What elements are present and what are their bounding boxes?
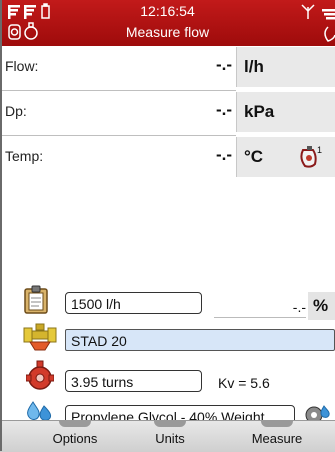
screen: 12:16:54 Measure flow Flow: -.- l/h Dp: … xyxy=(0,0,335,452)
tab-nub xyxy=(59,421,91,427)
design-flow-percent-value: -.- xyxy=(292,299,306,315)
title-bar: 12:16:54 Measure flow xyxy=(0,0,335,46)
clock: 12:16:54 xyxy=(140,3,195,19)
flow-unit: l/h xyxy=(244,57,264,76)
temp-value: -.- xyxy=(215,145,232,164)
flow-label: Flow: xyxy=(5,58,39,74)
temperature-sensor-icon[interactable]: 1 xyxy=(299,144,325,170)
kv-value: Kv = 5.6 xyxy=(218,375,270,391)
valve-icon xyxy=(324,26,335,42)
percent-unit: % xyxy=(313,296,329,315)
tab-options[interactable]: Options xyxy=(30,421,120,452)
tab-measure[interactable]: Measure xyxy=(232,421,322,452)
handwheel-icon xyxy=(26,360,54,390)
temp-unit-button[interactable]: °C 1 xyxy=(236,137,335,177)
frame-border xyxy=(0,0,2,451)
dp-label: Dp: xyxy=(5,103,27,119)
signal-icon xyxy=(322,9,335,20)
presetting-field[interactable]: 3.95 turns xyxy=(65,370,202,392)
valve-type-icon xyxy=(23,323,57,351)
temp-row[interactable]: Temp: -.- °C 1 xyxy=(0,136,335,180)
tab-options-label: Options xyxy=(52,431,98,446)
bottom-tab-bar: Options Units Measure xyxy=(0,420,335,452)
flow-unit-button[interactable]: l/h xyxy=(236,47,335,87)
dp-unit: kPa xyxy=(244,102,275,121)
dp-value: -.- xyxy=(215,100,232,119)
tab-nub xyxy=(261,421,293,427)
temp-sensor-badge: 1 xyxy=(317,145,322,155)
tab-nub xyxy=(154,421,186,427)
clipboard-icon xyxy=(24,285,48,314)
valve-field[interactable]: STAD 20 xyxy=(65,329,335,351)
tab-units-label: Units xyxy=(155,431,185,446)
flow-row[interactable]: Flow: -.- l/h xyxy=(0,46,335,90)
page-title: Measure flow xyxy=(125,24,210,40)
dp-row[interactable]: Dp: -.- kPa xyxy=(0,91,335,135)
temp-unit: °C xyxy=(244,147,264,166)
percent-unit-button[interactable]: % xyxy=(308,292,335,320)
water-drops-icon xyxy=(27,401,52,421)
temp-label: Temp: xyxy=(5,148,44,164)
design-flow-field[interactable]: 1500 l/h xyxy=(65,292,202,314)
tab-measure-label: Measure xyxy=(251,431,303,446)
flow-value: -.- xyxy=(215,55,232,74)
dp-unit-button[interactable]: kPa xyxy=(236,92,335,132)
antenna-icon xyxy=(301,4,315,19)
percent-underline xyxy=(214,317,306,318)
tab-units[interactable]: Units xyxy=(130,421,210,452)
status-icons-right xyxy=(301,4,335,42)
